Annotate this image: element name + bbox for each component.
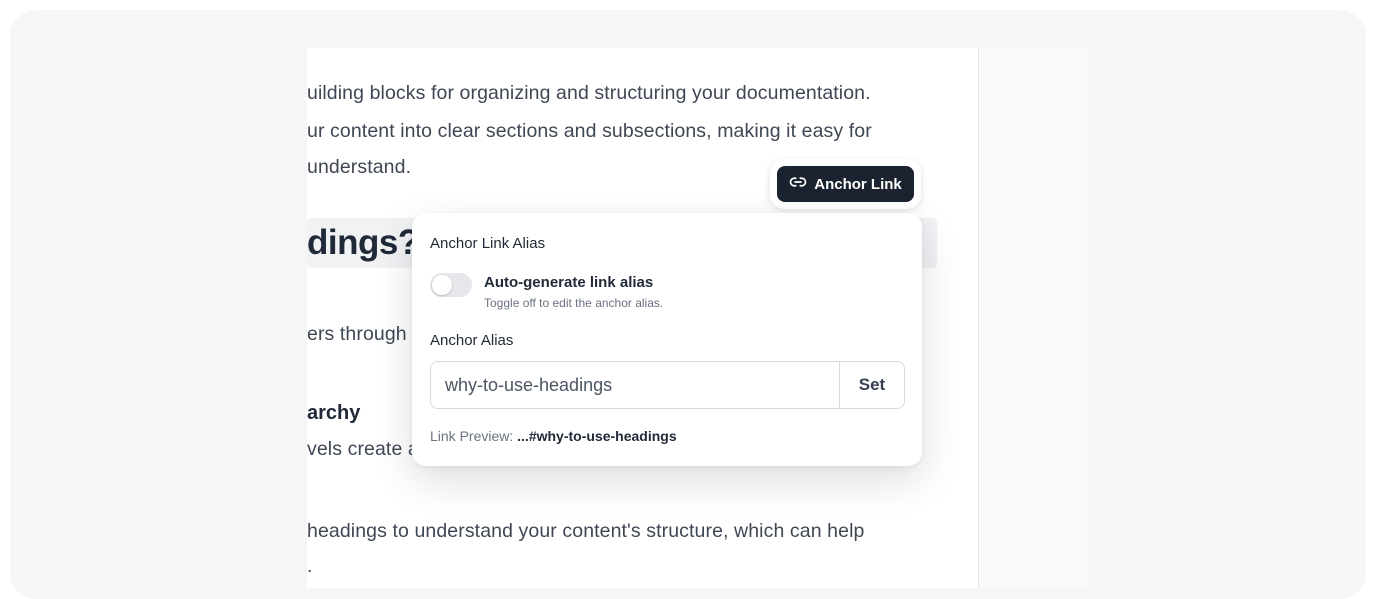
link-preview: Link Preview: ...#why-to-use-headings — [430, 428, 677, 444]
alias-input-group: Set — [430, 361, 905, 409]
toggle-knob — [432, 275, 452, 295]
auto-generate-toggle[interactable] — [430, 273, 472, 297]
popover-title: Anchor Link Alias — [430, 235, 546, 252]
link-icon — [789, 173, 807, 195]
anchor-link-button[interactable]: Anchor Link — [777, 166, 914, 202]
heading-text: dings? — [307, 223, 419, 262]
toggle-help-text: Toggle off to edit the anchor alias. — [484, 296, 664, 310]
anchor-link-button-container: Anchor Link — [770, 159, 921, 209]
paragraph-end: . — [307, 555, 313, 577]
paragraph-line-3: understand. — [307, 156, 412, 178]
paragraph-readers: ers through — [307, 323, 407, 345]
paragraph-headings: headings to understand your content's st… — [307, 520, 865, 542]
right-sidebar — [979, 48, 1089, 588]
toggle-label: Auto-generate link alias — [484, 274, 654, 291]
link-preview-value: ...#why-to-use-headings — [517, 428, 677, 444]
link-preview-label: Link Preview: — [430, 428, 514, 444]
paragraph-line-2: ur content into clear sections and subse… — [307, 120, 872, 142]
paragraph-line-1: uilding blocks for organizing and struct… — [307, 82, 871, 104]
subheading: archy — [307, 402, 361, 424]
alias-field-label: Anchor Alias — [430, 332, 514, 349]
anchor-link-label: Anchor Link — [814, 175, 902, 193]
anchor-alias-popover: Anchor Link Alias Auto-generate link ali… — [412, 213, 922, 466]
anchor-alias-input[interactable] — [431, 362, 839, 408]
paragraph-levels: vels create a — [307, 438, 419, 460]
set-button[interactable]: Set — [839, 362, 904, 408]
